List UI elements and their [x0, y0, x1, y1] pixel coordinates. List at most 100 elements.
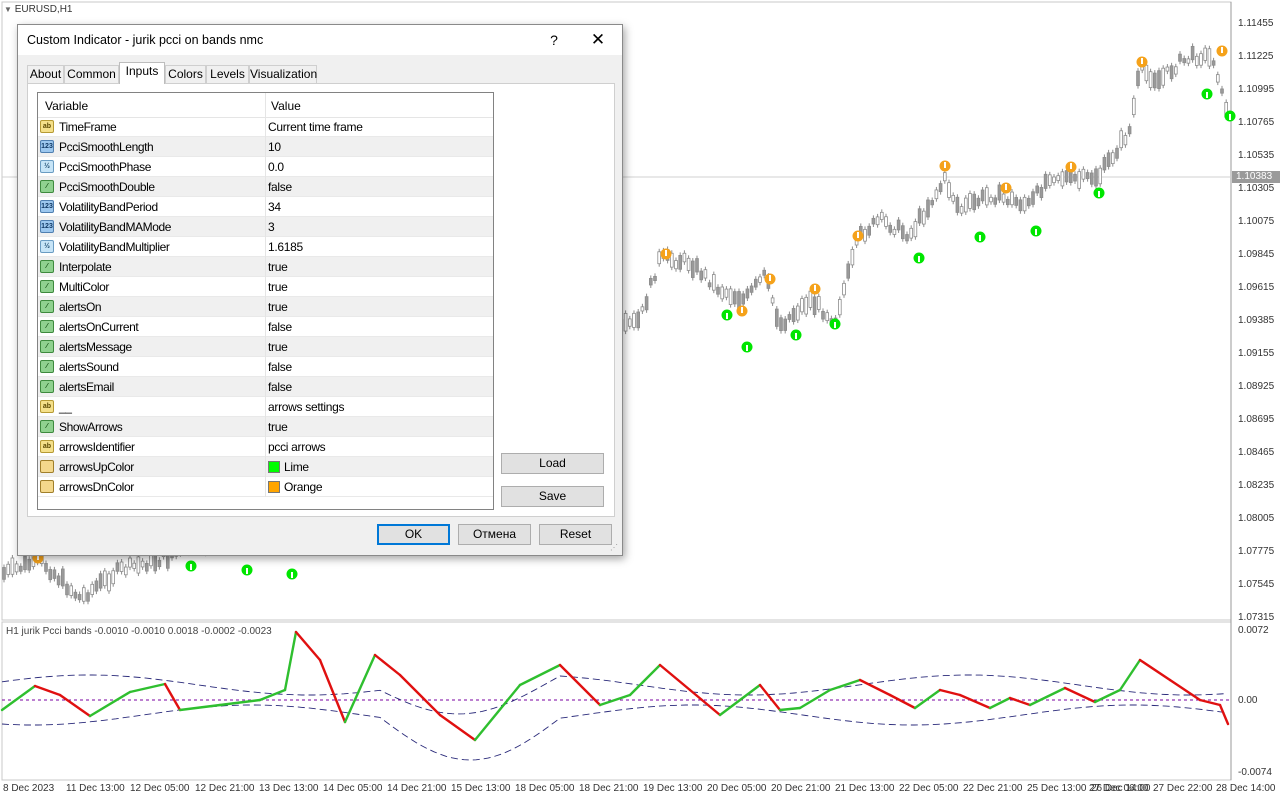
resize-grip-icon[interactable]: ⋰ — [610, 543, 620, 553]
up-arrow-glyph — [1229, 114, 1231, 120]
input-row[interactable]: ½ VolatilityBandMultiplier 1.6185 — [38, 237, 493, 257]
reset-button[interactable]: Reset — [539, 524, 612, 545]
candle-body — [754, 278, 758, 288]
dialog-titlebar[interactable]: Custom Indicator - jurik pcci on bands n… — [18, 25, 622, 55]
input-variable-name: VolatilityBandPeriod — [59, 200, 158, 214]
input-value[interactable]: true — [268, 300, 288, 314]
input-row[interactable]: 123 VolatilityBandPeriod 34 — [38, 197, 493, 217]
input-row[interactable]: arrowsDnColor Orange — [38, 477, 493, 497]
candle-body — [779, 317, 783, 332]
input-value[interactable]: 1.6185 — [268, 240, 303, 254]
input-value[interactable]: true — [268, 420, 288, 434]
candle-body — [985, 187, 989, 206]
input-value[interactable]: true — [268, 280, 288, 294]
candle-body — [905, 234, 909, 242]
input-variable-name: arrowsIdentifier — [59, 440, 135, 454]
candle-body — [1010, 191, 1014, 206]
input-row[interactable]: ⁄ alertsOnCurrent false — [38, 317, 493, 337]
input-value[interactable]: Current time frame — [268, 120, 363, 134]
down-arrow-glyph — [944, 162, 946, 168]
candle-body — [691, 260, 695, 278]
input-variable-name: arrowsUpColor — [59, 460, 134, 474]
down-arrow-glyph — [1141, 58, 1143, 64]
input-row[interactable]: ⁄ alertsEmail false — [38, 377, 493, 397]
oscillator-segment — [1028, 686, 1067, 707]
input-row[interactable]: ab __ arrows settings — [38, 397, 493, 417]
price-axis-label: 1.07315 — [1238, 612, 1275, 623]
candle-body — [69, 585, 74, 596]
input-variable-name: alertsSound — [59, 360, 119, 374]
input-value[interactable]: false — [268, 360, 292, 374]
candle-body — [1119, 130, 1124, 149]
input-value[interactable]: false — [268, 320, 292, 334]
input-variable-name: alertsEmail — [59, 380, 114, 394]
candle-body — [884, 216, 888, 227]
candle-body — [1220, 88, 1224, 94]
input-value[interactable]: false — [268, 380, 292, 394]
tab-levels[interactable]: Levels — [206, 65, 249, 83]
input-value[interactable]: false — [268, 180, 292, 194]
candle-body — [1123, 135, 1128, 146]
oscillator-segment — [1008, 696, 1032, 707]
candle-body — [18, 565, 23, 572]
candle-body — [934, 189, 939, 200]
column-header-variable[interactable]: Variable — [45, 99, 88, 113]
input-row[interactable]: ½ PcciSmoothPhase 0.0 — [38, 157, 493, 177]
oscillator-segment — [888, 693, 917, 710]
input-row[interactable]: ⁄ Interpolate true — [38, 257, 493, 277]
ok-button[interactable]: OK — [377, 524, 450, 545]
input-value[interactable]: pcci arrows — [268, 440, 326, 454]
input-row[interactable]: ⁄ alertsSound false — [38, 357, 493, 377]
tab-visualization[interactable]: Visualization — [249, 65, 317, 83]
candle-body — [938, 183, 943, 193]
input-value[interactable]: 0.0 — [268, 160, 284, 174]
tab-common[interactable]: Common — [64, 65, 119, 83]
input-row[interactable]: ⁄ PcciSmoothDouble false — [38, 177, 493, 197]
save-button[interactable]: Save — [501, 486, 604, 507]
tab-colors[interactable]: Colors — [165, 65, 206, 83]
cell-divider — [265, 117, 266, 137]
input-row[interactable]: ⁄ alertsMessage true — [38, 337, 493, 357]
input-value[interactable]: true — [268, 260, 288, 274]
up-arrow-glyph — [1206, 92, 1208, 98]
chevron-down-icon[interactable]: ▼ — [4, 5, 12, 14]
color-swatch[interactable] — [268, 481, 280, 493]
candle-body — [6, 563, 10, 575]
input-value[interactable]: 3 — [268, 220, 275, 234]
input-row[interactable]: ab TimeFrame Current time frame — [38, 117, 493, 137]
candle-body — [791, 308, 796, 323]
grid-header: Variable Value — [38, 93, 493, 118]
column-divider[interactable] — [265, 93, 266, 117]
input-value[interactable]: true — [268, 340, 288, 354]
help-button[interactable]: ? — [542, 30, 566, 50]
input-row[interactable]: arrowsUpColor Lime — [38, 457, 493, 477]
tab-inputs[interactable]: Inputs — [119, 62, 165, 84]
input-value[interactable]: 34 — [268, 200, 281, 214]
up-arrow-glyph — [834, 322, 836, 328]
upper-band — [1, 674, 1227, 715]
input-row[interactable]: ⁄ ShowArrows true — [38, 417, 493, 437]
input-value[interactable]: arrows settings — [268, 400, 345, 414]
oscillator-segment — [373, 653, 402, 677]
input-row[interactable]: ab arrowsIdentifier pcci arrows — [38, 437, 493, 457]
tab-about[interactable]: About — [27, 65, 64, 83]
price-axis-label: 1.07545 — [1238, 579, 1275, 590]
cancel-button[interactable]: Отмена — [458, 524, 531, 545]
input-value[interactable]: Orange — [284, 480, 323, 494]
down-arrow-glyph — [769, 275, 771, 281]
input-row[interactable]: ⁄ alertsOn true — [38, 297, 493, 317]
color-swatch[interactable] — [268, 461, 280, 473]
candle-body — [997, 184, 1002, 201]
column-header-value[interactable]: Value — [271, 99, 301, 113]
input-value[interactable]: Lime — [284, 460, 309, 474]
input-row[interactable]: ⁄ MultiColor true — [38, 277, 493, 297]
input-value[interactable]: 10 — [268, 140, 281, 154]
oscillator-segment — [1118, 658, 1142, 692]
input-row[interactable]: 123 VolatilityBandMAMode 3 — [38, 217, 493, 237]
close-button[interactable]: ✕ — [586, 30, 610, 50]
input-row[interactable]: 123 PcciSmoothLength 10 — [38, 137, 493, 157]
candle-body — [1216, 74, 1220, 83]
candle-body — [52, 569, 57, 579]
oscillator-segment — [758, 683, 782, 712]
load-button[interactable]: Load — [501, 453, 604, 474]
